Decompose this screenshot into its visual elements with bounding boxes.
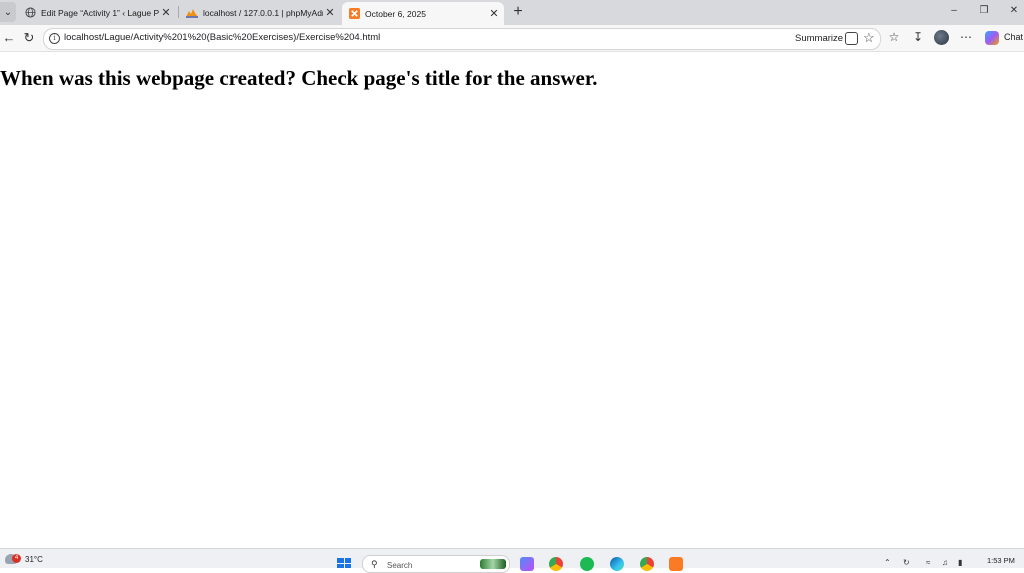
tab-title: localhost / 127.0.0.1 | phpMyAdmi — [203, 7, 323, 18]
sync-icon[interactable]: ↻ — [903, 558, 910, 567]
chrome-profile-icon[interactable] — [640, 557, 654, 571]
search-icon: ⚲ — [371, 559, 378, 569]
taskbar: 4 31°C ⚲ Search ⌃ ↻ ≈ ♫ ▮ 1:53 PM — [0, 548, 1024, 573]
tab-actions-menu-button[interactable]: ⌄ — [0, 2, 16, 22]
more-options-icon[interactable]: ⋯ — [958, 29, 974, 45]
chat-button[interactable]: Chat — [1004, 32, 1023, 42]
summarize-icon[interactable] — [845, 32, 858, 45]
tab-strip: ⌄ Edit Page “Activity 1” ‹ Lague Proje ✕… — [0, 0, 1024, 25]
search-placeholder: Search — [387, 561, 413, 570]
close-tab-icon[interactable]: ✕ — [487, 7, 501, 20]
tab-edit-page[interactable]: Edit Page “Activity 1” ‹ Lague Proje ✕ — [18, 2, 176, 23]
refresh-icon[interactable]: ↻ — [21, 30, 37, 46]
favorites-icon[interactable]: ☆ — [886, 29, 902, 45]
copilot-icon[interactable] — [985, 31, 999, 45]
restore-icon[interactable]: ❐ — [974, 3, 994, 19]
close-tab-icon[interactable]: ✕ — [323, 6, 337, 19]
tab-phpmyadmin[interactable]: localhost / 127.0.0.1 | phpMyAdmi ✕ — [180, 2, 340, 23]
xampp-icon — [348, 8, 360, 20]
edge-icon[interactable] — [610, 557, 624, 571]
tab-october-6[interactable]: October 6, 2025 ✕ — [342, 2, 504, 25]
chevron-up-icon[interactable]: ⌃ — [884, 558, 891, 567]
spotify-icon[interactable] — [580, 557, 594, 571]
volume-icon[interactable]: ♫ — [942, 558, 948, 567]
profile-avatar[interactable] — [934, 30, 949, 45]
close-tab-icon[interactable]: ✕ — [159, 6, 173, 19]
favorite-star-icon[interactable]: ☆ — [863, 30, 875, 46]
minimize-icon[interactable]: – — [944, 3, 964, 19]
download-icon[interactable]: ↧ — [910, 29, 926, 45]
search-highlight-image — [480, 559, 506, 569]
address-bar[interactable]: i localhost/Lague/Activity%201%20(Basic%… — [43, 28, 881, 50]
globe-icon — [24, 7, 36, 19]
xampp-taskbar-icon[interactable] — [669, 557, 683, 571]
tab-title: October 6, 2025 — [365, 8, 426, 19]
browser-toolbar: ← ↻ i localhost/Lague/Activity%201%20(Ba… — [0, 25, 1024, 52]
close-window-icon[interactable]: ✕ — [1004, 3, 1024, 19]
taskbar-clock[interactable]: 1:53 PM — [987, 556, 1015, 565]
page-heading: When was this webpage created? Check pag… — [0, 66, 598, 90]
back-arrow-icon[interactable]: ← — [1, 30, 17, 46]
copilot-app-icon[interactable] — [520, 557, 534, 571]
url-text[interactable]: localhost/Lague/Activity%201%20(Basic%20… — [64, 32, 380, 43]
weather-badge: 4 — [12, 554, 21, 563]
chrome-icon[interactable] — [549, 557, 563, 571]
weather-temperature[interactable]: 31°C — [25, 555, 43, 564]
phpmyadmin-icon — [186, 7, 198, 19]
wifi-icon[interactable]: ≈ — [926, 558, 930, 567]
tab-title: Edit Page “Activity 1” ‹ Lague Proje — [41, 7, 159, 18]
tab-divider — [178, 6, 179, 18]
chevron-down-icon: ⌄ — [3, 6, 13, 18]
summarize-button[interactable]: Summarize — [795, 33, 843, 44]
info-icon[interactable]: i — [49, 33, 60, 44]
battery-icon[interactable]: ▮ — [958, 558, 962, 567]
new-tab-button[interactable]: + — [509, 3, 527, 21]
page-viewport: When was this webpage created? Check pag… — [0, 52, 1024, 548]
